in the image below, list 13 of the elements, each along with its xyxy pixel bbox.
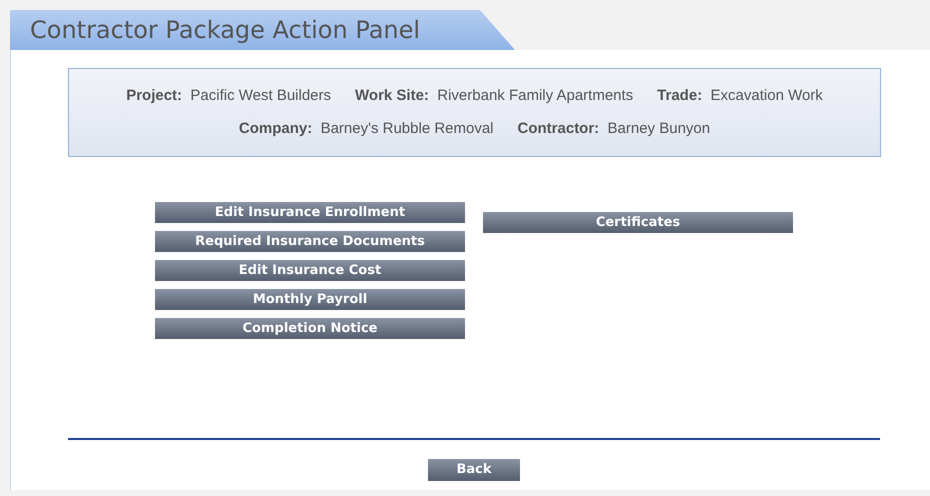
action-button[interactable]: Monthly Payroll (155, 289, 465, 310)
info-field: Work Site: Riverbank Family Apartments (355, 85, 634, 108)
action-button[interactable]: Edit Insurance Enrollment (155, 202, 465, 223)
back-button[interactable]: Back (428, 459, 520, 481)
info-field: Contractor: Barney Bunyon (518, 118, 710, 140)
info-field: Project: Pacific West Builders (126, 85, 332, 108)
action-button[interactable]: Completion Notice (155, 318, 465, 339)
action-button[interactable]: Edit Insurance Cost (155, 260, 465, 281)
info-field: Trade: Excavation Work (657, 85, 823, 108)
panel-title: Contractor Package Action Panel (30, 15, 420, 46)
info-field: Company: Barney's Rubble Removal (238, 118, 494, 140)
action-button[interactable]: Required Insurance Documents (155, 231, 465, 252)
action-button[interactable]: Certificates (483, 212, 793, 233)
